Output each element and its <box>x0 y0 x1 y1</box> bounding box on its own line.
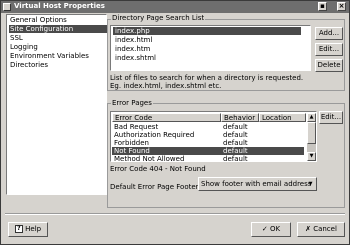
list-item[interactable]: index.php <box>113 27 301 35</box>
behavior-cell: default <box>223 131 248 139</box>
window-title: Virtual Host Properties <box>14 2 105 10</box>
column-header-location[interactable]: Location <box>259 113 306 122</box>
help-icon: ? <box>14 225 23 233</box>
footer-label: Default Error Page Footer: <box>110 183 201 191</box>
table-row[interactable]: Not Found default <box>112 147 304 155</box>
cancel-x-icon: ✗ <box>305 225 311 233</box>
table-row[interactable]: Method Not Allowed default <box>112 155 304 163</box>
list-item[interactable]: index.shtml <box>113 54 301 62</box>
ok-button[interactable]: ✓ OK <box>251 222 291 237</box>
scroll-down-arrow-icon[interactable]: ▼ <box>307 152 316 161</box>
help-button-label: Help <box>25 225 42 233</box>
ok-checkmark-icon: ✓ <box>261 225 268 233</box>
behavior-cell: default <box>223 123 248 131</box>
directory-search-group-title: Directory Page Search List <box>111 14 206 22</box>
scroll-thumb[interactable] <box>307 122 316 144</box>
nav-item-environment-variables[interactable]: Environment Variables <box>9 52 108 60</box>
column-header-error-code[interactable]: Error Code <box>112 113 221 122</box>
minimize-icon[interactable]: ▪ <box>318 2 327 11</box>
error-code-cell: Not Found <box>114 147 150 155</box>
footer-dropdown[interactable]: Show footer with email address ▼ <box>198 177 317 191</box>
nav-item-general-options[interactable]: General Options <box>9 16 108 24</box>
virtual-host-properties-dialog: Virtual Host Properties ▪ × General Opti… <box>0 0 350 245</box>
add-button[interactable]: Add... <box>315 27 343 40</box>
error-pages-table[interactable]: Error Code Behavior Location Bad Request… <box>110 111 317 163</box>
cancel-button-label: Cancel <box>313 225 337 233</box>
behavior-cell: default <box>223 139 248 147</box>
nav-item-site-configuration[interactable]: Site Configuration <box>9 25 108 33</box>
nav-item-logging[interactable]: Logging <box>9 43 108 51</box>
edit-directory-button-label: Edit... <box>318 45 340 53</box>
table-row[interactable]: Forbidden default <box>112 139 304 147</box>
delete-button-label: Delete <box>317 61 341 69</box>
directory-description-line1: List of files to search for when a direc… <box>110 74 304 82</box>
table-row[interactable]: Authorization Required default <box>112 131 304 139</box>
behavior-cell: default <box>223 147 248 155</box>
behavior-cell: default <box>223 155 248 163</box>
window-menu-icon[interactable] <box>3 3 11 11</box>
footer-dropdown-value: Show footer with email address <box>201 180 312 188</box>
add-button-label: Add... <box>318 29 340 37</box>
list-item[interactable]: index.htm <box>113 45 301 53</box>
edit-error-page-button[interactable]: Edit... <box>319 111 343 124</box>
nav-item-ssl[interactable]: SSL <box>9 34 108 42</box>
edit-directory-button[interactable]: Edit... <box>315 43 343 56</box>
category-list[interactable]: General Options Site Configuration SSL L… <box>6 14 108 195</box>
directory-description-line2: Eg. index.html, index.shtml etc. <box>110 82 222 90</box>
cancel-button[interactable]: ✗ Cancel <box>297 222 345 237</box>
table-row[interactable]: Bad Request default <box>112 123 304 131</box>
error-code-cell: Forbidden <box>114 139 149 147</box>
nav-item-directories[interactable]: Directories <box>9 61 108 69</box>
bottom-divider <box>5 213 345 215</box>
error-code-cell: Bad Request <box>114 123 159 131</box>
help-button[interactable]: ? Help <box>8 222 48 237</box>
error-code-cell: Authorization Required <box>114 131 195 139</box>
title-bar[interactable]: Virtual Host Properties ▪ × <box>1 1 349 13</box>
error-code-status: Error Code 404 - Not Found <box>110 165 206 173</box>
error-code-cell: Method Not Allowed <box>114 155 185 163</box>
edit-error-page-button-label: Edit... <box>320 113 342 121</box>
error-pages-group-title: Error Pages <box>111 99 153 107</box>
close-icon[interactable]: × <box>337 2 346 11</box>
list-item[interactable]: index.html <box>113 36 301 44</box>
directory-page-list[interactable]: index.php index.html index.htm index.sht… <box>110 25 311 71</box>
ok-button-label: OK <box>270 225 281 233</box>
error-pages-scrollbar[interactable]: ▲ ▼ <box>307 113 316 161</box>
chevron-down-icon[interactable]: ▼ <box>306 179 315 189</box>
scroll-up-arrow-icon[interactable]: ▲ <box>307 113 316 122</box>
delete-button[interactable]: Delete <box>315 59 343 72</box>
column-header-behavior[interactable]: Behavior <box>221 113 259 122</box>
